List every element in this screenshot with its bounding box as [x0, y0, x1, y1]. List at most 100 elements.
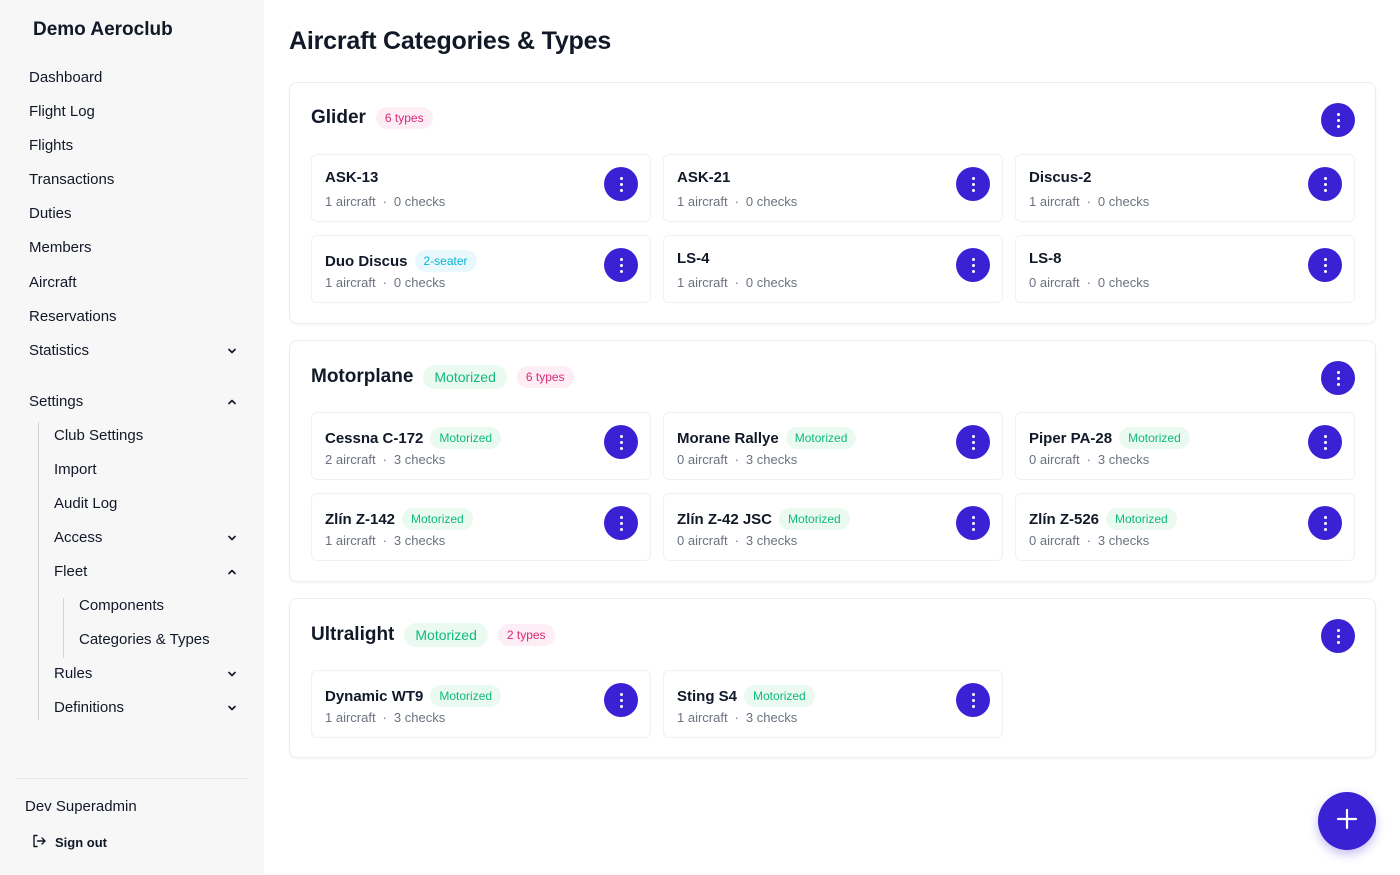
type-card[interactable]: ASK-13 1 aircraft · 0 checks: [311, 154, 651, 222]
sidebar-divider: [16, 778, 248, 779]
type-count-badge: 6 types: [375, 107, 433, 129]
type-card[interactable]: Dynamic WT9 Motorized 1 aircraft · 3 checks: [311, 670, 651, 738]
nav-fleet[interactable]: Fleet: [54, 563, 244, 580]
checks-count: 3 checks: [1097, 533, 1150, 548]
category-menu-button[interactable]: [1321, 361, 1355, 395]
nav-flight-log[interactable]: Flight Log: [29, 103, 95, 120]
club-name: Demo Aeroclub: [33, 19, 173, 40]
type-name: LS-4: [677, 250, 710, 267]
nav-definitions[interactable]: Definitions: [54, 699, 244, 716]
type-menu-button[interactable]: [956, 506, 990, 540]
checks-count: 3 checks: [745, 452, 798, 467]
type-card[interactable]: Sting S4 Motorized 1 aircraft · 3 checks: [663, 670, 1003, 738]
nav-label: Fleet: [54, 563, 88, 580]
nav-label: Dashboard: [29, 69, 103, 86]
section-header: Ultralight Motorized 2 types: [311, 623, 555, 647]
nav-components[interactable]: Components: [79, 597, 164, 614]
more-vertical-icon: [1323, 515, 1327, 531]
type-menu-button[interactable]: [1308, 506, 1342, 540]
nav-flights[interactable]: Flights: [29, 137, 73, 154]
type-card[interactable]: Morane Rallye Motorized 0 aircraft · 3 chec…: [663, 412, 1003, 480]
category-title: Motorplane: [311, 366, 414, 387]
more-vertical-icon: [1323, 176, 1327, 192]
separator-dot: ·: [734, 275, 739, 290]
nav-settings[interactable]: Settings: [29, 393, 244, 410]
aircraft-count: 1 aircraft: [677, 194, 728, 209]
type-card[interactable]: Zlín Z-526 Motorized 0 aircraft · 3 checks: [1015, 493, 1355, 561]
aircraft-count: 1 aircraft: [325, 275, 376, 290]
nav-aircraft[interactable]: Aircraft: [29, 274, 77, 291]
nav-dashboard[interactable]: Dashboard: [29, 69, 102, 86]
motorized-badge: Motorized: [430, 685, 502, 707]
type-card[interactable]: LS-4 1 aircraft · 0 checks: [663, 235, 1003, 303]
more-vertical-icon: [619, 176, 623, 192]
type-card[interactable]: Zlín Z-142 Motorized 1 aircraft · 3 checks: [311, 493, 651, 561]
type-menu-button[interactable]: [604, 506, 638, 540]
nav-statistics[interactable]: Statistics: [29, 342, 244, 359]
aircraft-count: 1 aircraft: [1029, 194, 1080, 209]
type-menu-button[interactable]: [956, 167, 990, 201]
nav-access[interactable]: Access: [54, 529, 244, 546]
nav-label: Members: [29, 239, 92, 256]
nav-transactions[interactable]: Transactions: [29, 171, 114, 188]
nav-audit-log[interactable]: Audit Log: [54, 495, 117, 512]
checks-count: 0 checks: [745, 275, 798, 290]
nav-import[interactable]: Import: [54, 461, 97, 478]
type-menu-button[interactable]: [956, 683, 990, 717]
type-name: ASK-13: [325, 169, 379, 186]
nav-rules[interactable]: Rules: [54, 665, 244, 682]
type-menu-button[interactable]: [1308, 248, 1342, 282]
type-menu-button[interactable]: [604, 683, 638, 717]
motorized-badge: Motorized: [423, 365, 507, 389]
more-vertical-icon: [971, 257, 975, 273]
type-card[interactable]: ASK-21 1 aircraft · 0 checks: [663, 154, 1003, 222]
type-card[interactable]: Piper PA-28 Motorized 0 aircraft · 3 checks: [1015, 412, 1355, 480]
type-name: Dynamic WT9: [325, 687, 424, 705]
more-vertical-icon: [619, 434, 623, 450]
type-name: LS-8: [1029, 250, 1062, 267]
aircraft-count: 1 aircraft: [677, 275, 728, 290]
category-menu-button[interactable]: [1321, 103, 1355, 137]
nav-label: Definitions: [54, 699, 125, 716]
type-card[interactable]: Discus-2 1 aircraft · 0 checks: [1015, 154, 1355, 222]
section-header: Glider 6 types: [311, 107, 433, 129]
type-card[interactable]: Duo Discus 2-seater 1 aircraft · 0 checks: [311, 235, 651, 303]
category-title: Glider: [311, 107, 366, 128]
separator-dot: ·: [382, 452, 387, 467]
nav-duties[interactable]: Duties: [29, 205, 72, 222]
nav-club-settings[interactable]: Club Settings: [54, 427, 143, 444]
nav-label: Settings: [29, 393, 84, 410]
type-name: Duo Discus: [325, 252, 408, 270]
type-menu-button[interactable]: [604, 425, 638, 459]
type-card[interactable]: LS-8 0 aircraft · 0 checks: [1015, 235, 1355, 303]
type-menu-button[interactable]: [1308, 425, 1342, 459]
aircraft-count: 0 aircraft: [1029, 533, 1080, 548]
checks-count: 0 checks: [393, 194, 446, 209]
nav-label: Statistics: [29, 342, 90, 359]
type-menu-button[interactable]: [604, 248, 638, 282]
chevron-down-icon: [228, 535, 236, 543]
more-vertical-icon: [1336, 370, 1340, 386]
separator-dot: ·: [1086, 194, 1091, 209]
more-vertical-icon: [1323, 257, 1327, 273]
motorized-badge: Motorized: [744, 685, 815, 707]
sign-out-button[interactable]: Sign out: [31, 833, 107, 852]
chevron-down-icon: [228, 705, 236, 713]
nav-reservations[interactable]: Reservations: [29, 308, 117, 325]
type-menu-button[interactable]: [956, 248, 990, 282]
category-menu-button[interactable]: [1321, 619, 1355, 653]
category-section-ultralight: Ultralight Motorized 2 types Dynamic WT9…: [289, 598, 1376, 758]
type-menu-button[interactable]: [956, 425, 990, 459]
more-vertical-icon: [1336, 628, 1340, 644]
type-name: Zlín Z-526: [1029, 510, 1100, 528]
type-card[interactable]: Cessna C-172 Motorized 2 aircraft · 3 check…: [311, 412, 651, 480]
aircraft-count: 1 aircraft: [325, 194, 376, 209]
add-category-button[interactable]: [1318, 792, 1376, 850]
separator-dot: ·: [382, 275, 387, 290]
nav-categories-types[interactable]: Categories & Types: [79, 631, 210, 648]
more-vertical-icon: [971, 434, 975, 450]
type-menu-button[interactable]: [604, 167, 638, 201]
nav-members[interactable]: Members: [29, 239, 92, 256]
type-menu-button[interactable]: [1308, 167, 1342, 201]
type-card[interactable]: Zlín Z-42 JSC Motorized 0 aircraft · 3 chec…: [663, 493, 1003, 561]
